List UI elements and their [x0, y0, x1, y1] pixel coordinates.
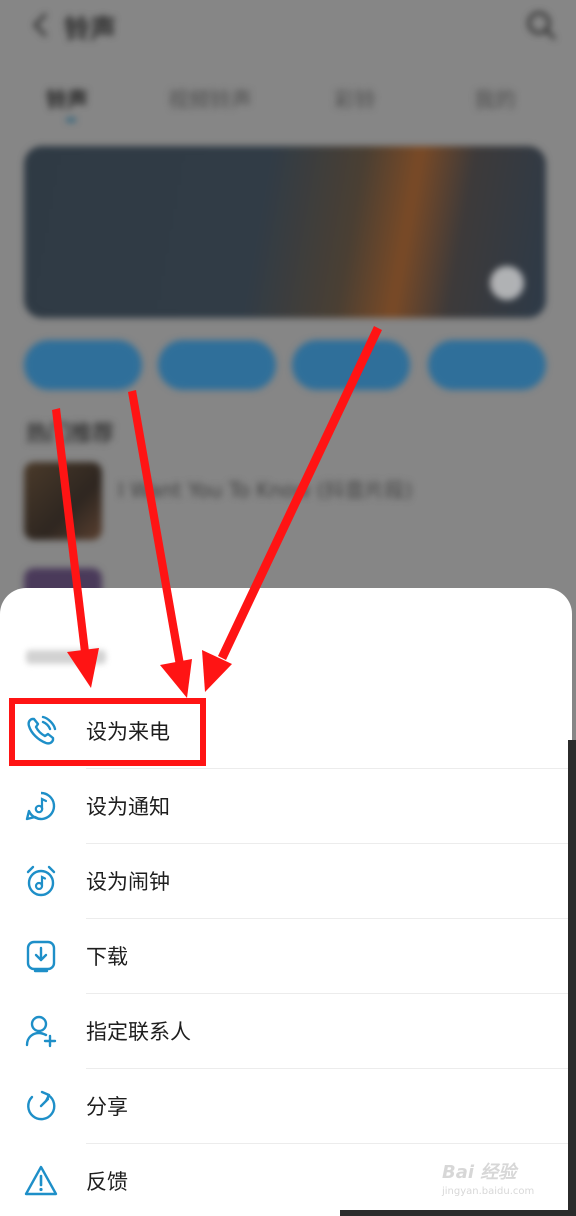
- watermark-url: jingyan.baidu.com: [442, 1186, 535, 1197]
- promo-banner[interactable]: [24, 146, 546, 318]
- assign-contact-item[interactable]: 指定联系人: [0, 994, 572, 1069]
- tab-indicator: [66, 118, 76, 122]
- menu-item-label: 下载: [86, 945, 128, 969]
- watermark-logo: Bai 经验 jingyan.baidu.com: [440, 1152, 552, 1204]
- action-sheet: 设为来电 设为通知 设为闹钟 下载 指定联系人 分享 反馈: [0, 588, 572, 1216]
- feedback-warning-icon: [24, 1165, 58, 1196]
- set-as-notification-item[interactable]: 设为通知: [0, 769, 572, 844]
- tab-color-ring[interactable]: 彩铃: [334, 84, 376, 114]
- category-chip[interactable]: [428, 340, 546, 390]
- menu-item-label: 反馈: [86, 1170, 128, 1194]
- category-chip[interactable]: [158, 340, 276, 390]
- top-bar: 铃声: [0, 0, 576, 56]
- notification-icon: [25, 791, 56, 821]
- set-as-alarm-item[interactable]: 设为闹钟: [0, 844, 572, 919]
- watermark-brand: Bai 经验: [442, 1162, 517, 1183]
- sheet-song-subtitle: [26, 650, 106, 664]
- tab-ringtone[interactable]: 铃声: [46, 84, 88, 114]
- add-contact-icon: [25, 1015, 57, 1048]
- search-icon[interactable]: [524, 8, 558, 42]
- share-item[interactable]: 分享: [0, 1069, 572, 1144]
- download-item[interactable]: 下载: [0, 919, 572, 994]
- category-chip[interactable]: [292, 340, 410, 390]
- tab-mine[interactable]: 我的: [474, 84, 516, 114]
- sheet-header: [0, 588, 572, 692]
- set-as-ringtone-item[interactable]: 设为来电: [0, 694, 572, 769]
- song-title[interactable]: I Want You To Know (抖音片段): [118, 474, 412, 503]
- menu-item-label: 设为通知: [86, 795, 170, 819]
- screenshot-edge: [568, 740, 576, 1216]
- back-arrow-icon[interactable]: [26, 10, 56, 40]
- tab-bar: 铃声 视频铃声 彩铃 我的: [0, 80, 576, 120]
- screen: 铃声 铃声 视频铃声 彩铃 我的 热门推荐 I Want You To Know…: [0, 0, 576, 1216]
- menu-item-label: 分享: [86, 1095, 128, 1119]
- menu-item-label: 设为来电: [86, 720, 170, 744]
- menu-item-label: 设为闹钟: [86, 870, 170, 894]
- song-cover[interactable]: [24, 462, 102, 540]
- incoming-call-icon: [27, 715, 57, 745]
- share-icon: [27, 1090, 56, 1121]
- alarm-clock-icon: [26, 865, 56, 897]
- page-title: 铃声: [64, 15, 117, 45]
- banner-play-icon[interactable]: [490, 266, 524, 300]
- tab-video-ringtone[interactable]: 视频铃声: [168, 84, 252, 114]
- menu-item-label: 指定联系人: [86, 1020, 191, 1044]
- category-chip[interactable]: [24, 340, 142, 390]
- section-title: 热门推荐: [26, 422, 115, 447]
- screenshot-edge: [340, 1210, 576, 1216]
- download-icon: [26, 940, 56, 973]
